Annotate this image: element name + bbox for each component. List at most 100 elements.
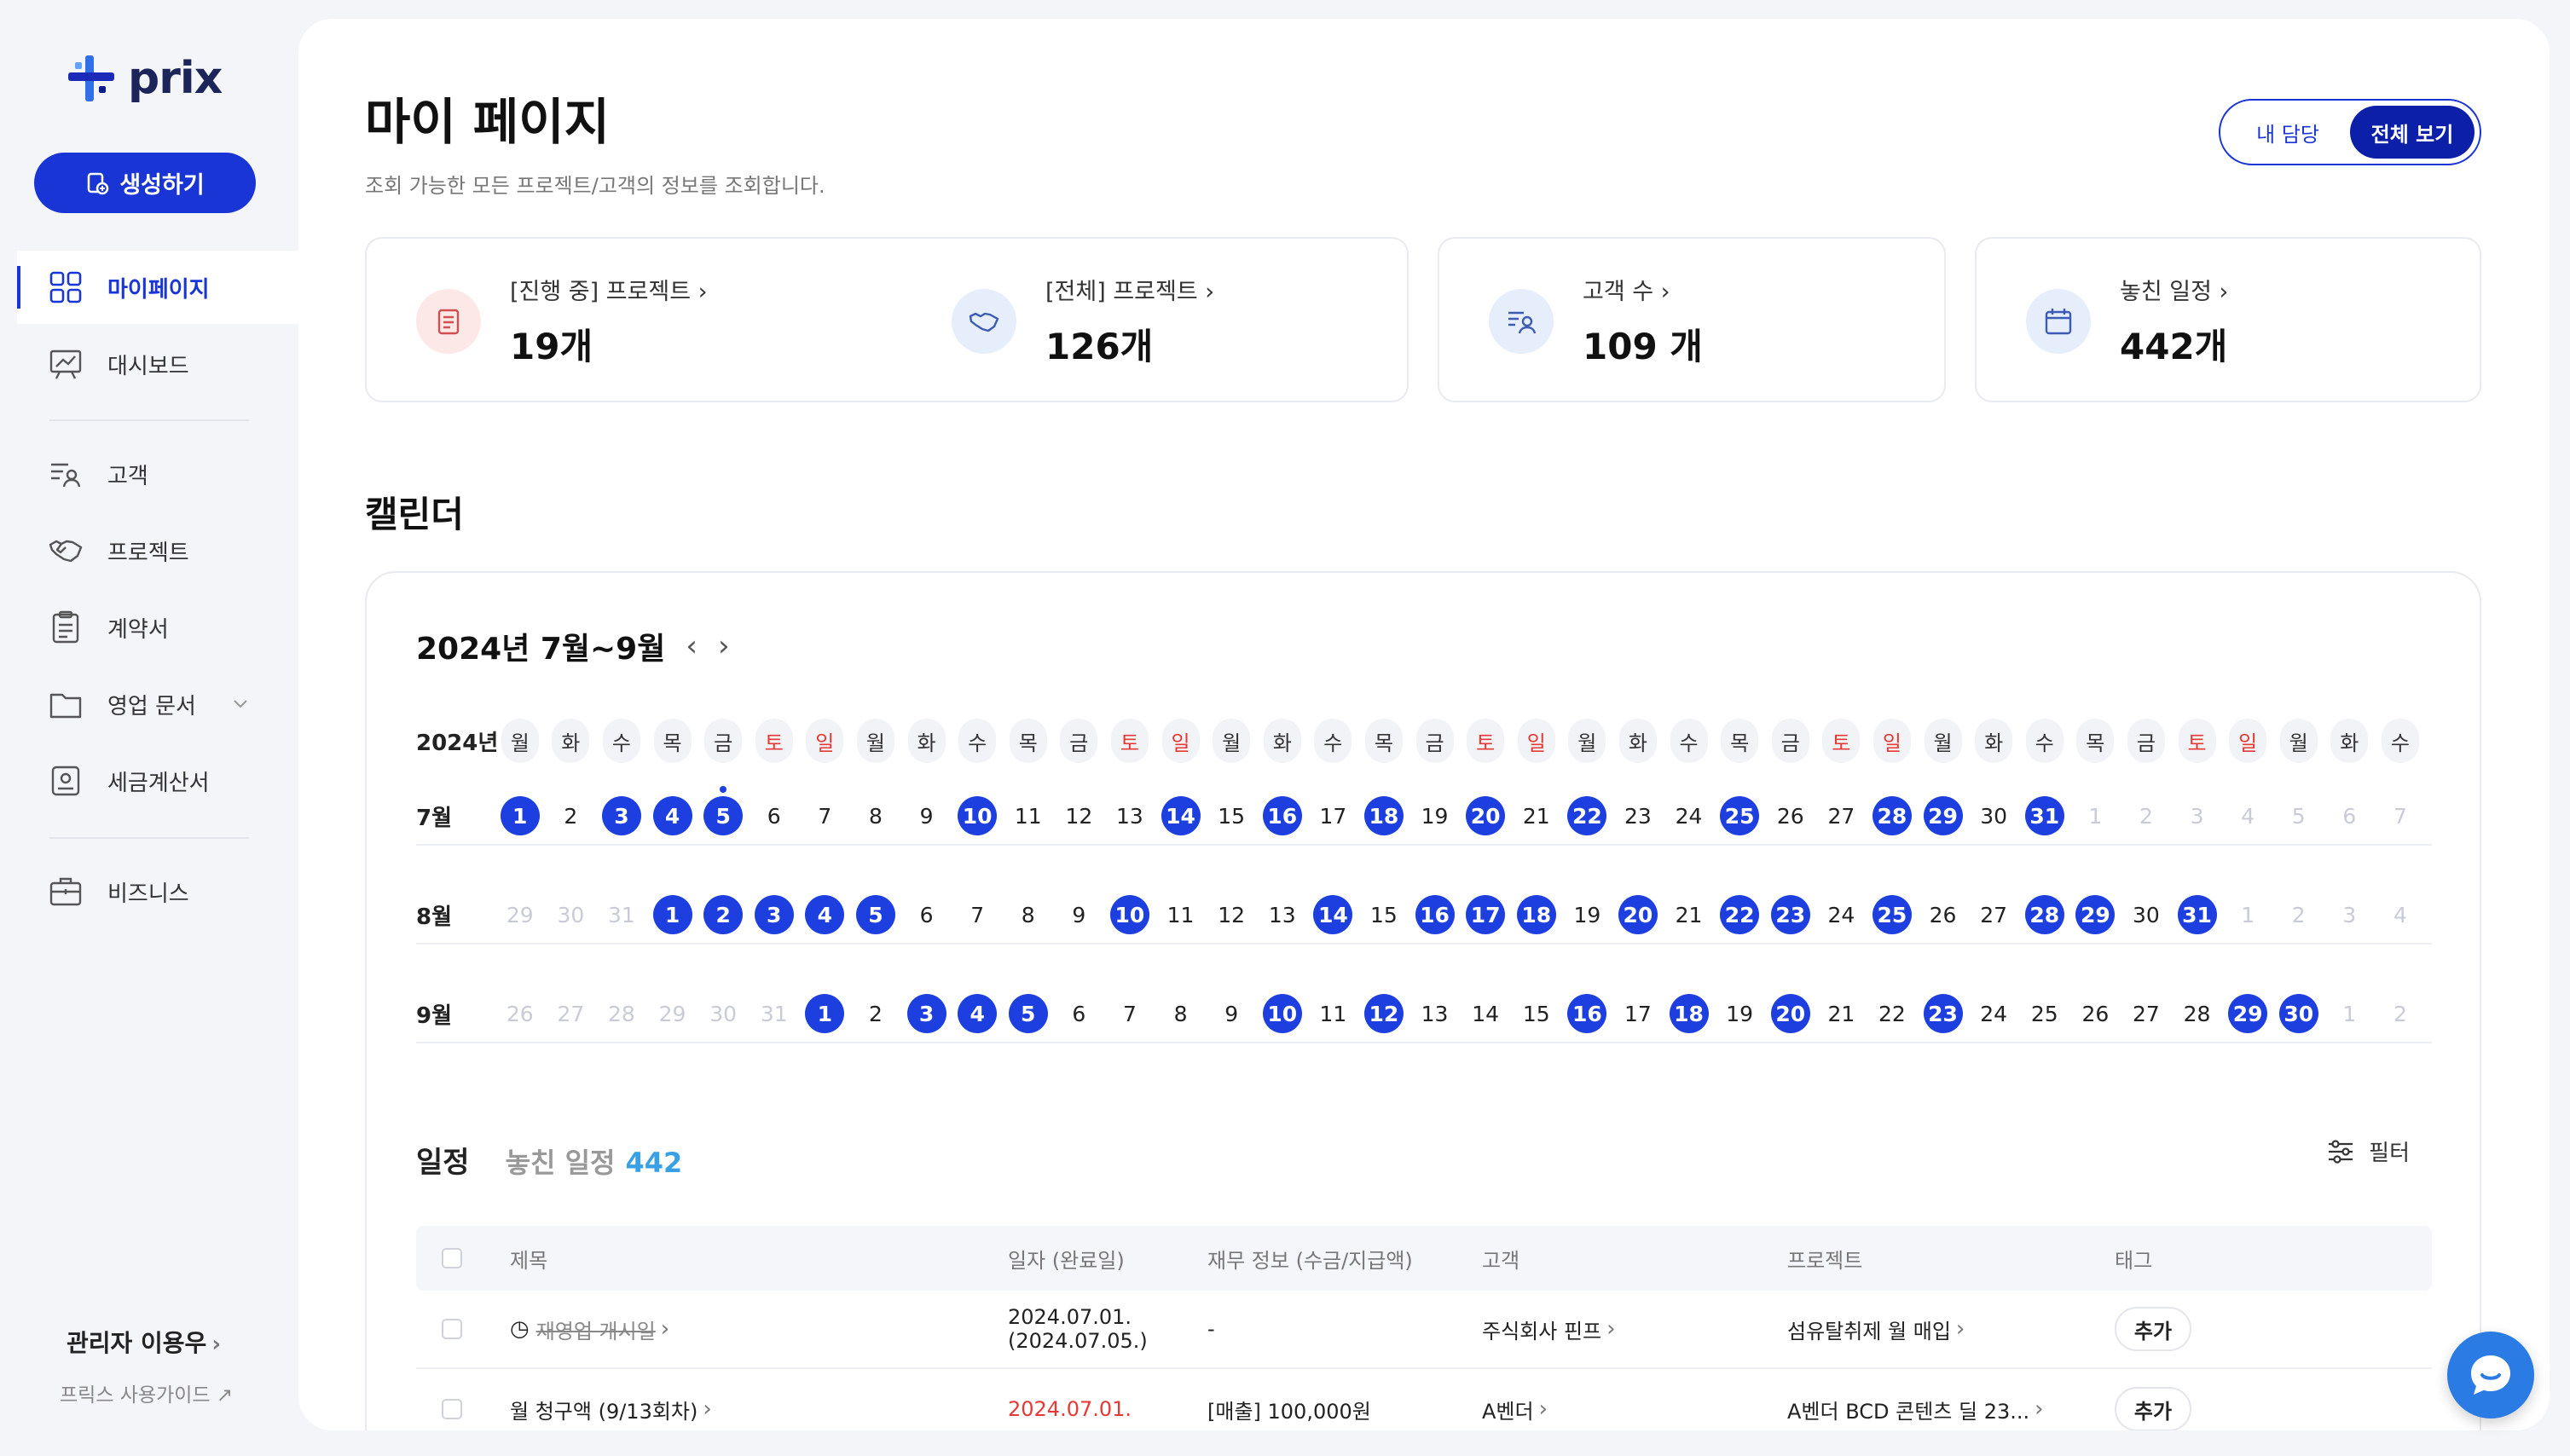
- user-guide-link[interactable]: 프릭스 사용가이드 ↗: [60, 1378, 233, 1407]
- row-customer-link[interactable]: 주식회사 핀프 ›: [1482, 1291, 1616, 1367]
- day-cell[interactable]: 24: [1816, 885, 1867, 945]
- day-cell[interactable]: 11: [1155, 885, 1207, 945]
- day-cell[interactable]: 25: [2019, 984, 2070, 1043]
- day-cell[interactable]: 10: [1104, 885, 1155, 945]
- day-cell[interactable]: 31: [749, 984, 800, 1043]
- day-cell[interactable]: 21: [1664, 885, 1715, 945]
- day-cell[interactable]: 1: [495, 786, 546, 846]
- day-cell[interactable]: 18: [1358, 786, 1409, 846]
- day-cell[interactable]: 18: [1511, 885, 1562, 945]
- day-cell[interactable]: 20: [1612, 885, 1664, 945]
- sidebar-item-tax-invoice[interactable]: 세금계산서: [17, 744, 298, 818]
- day-cell[interactable]: 26: [495, 984, 546, 1043]
- day-cell[interactable]: 15: [1511, 984, 1562, 1043]
- row-checkbox[interactable]: [442, 1399, 462, 1419]
- day-cell[interactable]: 30: [697, 984, 749, 1043]
- day-cell[interactable]: 26: [2070, 984, 2121, 1043]
- filter-button[interactable]: 필터: [2326, 1135, 2410, 1167]
- day-cell[interactable]: 22: [1562, 786, 1613, 846]
- day-cell[interactable]: 1: [647, 885, 698, 945]
- day-cell[interactable]: 4: [800, 885, 851, 945]
- day-cell[interactable]: 27: [2121, 984, 2172, 1043]
- day-cell[interactable]: 29: [495, 885, 546, 945]
- day-cell[interactable]: 1: [2222, 885, 2273, 945]
- day-cell[interactable]: 12: [1358, 984, 1409, 1043]
- day-cell[interactable]: 4: [2375, 885, 2426, 945]
- table-row[interactable]: 월 청구액 (9/13회차) › 2024.07.01. [매출] 100,000…: [416, 1371, 2432, 1430]
- day-cell[interactable]: 13: [1409, 984, 1461, 1043]
- day-cell[interactable]: 19: [1562, 885, 1613, 945]
- day-cell[interactable]: 4: [647, 786, 698, 846]
- day-cell[interactable]: 5: [697, 786, 749, 846]
- day-cell[interactable]: 28: [2172, 984, 2223, 1043]
- stat-all-projects[interactable]: [전체] 프로젝트 › 126개: [952, 239, 1214, 404]
- day-cell[interactable]: 3: [901, 984, 952, 1043]
- day-cell[interactable]: 12: [1054, 786, 1105, 846]
- stat-active-projects[interactable]: [진행 중] 프로젝트 › 19개: [416, 239, 708, 404]
- missed-label[interactable]: 놓친 일정: [506, 1141, 616, 1181]
- day-cell[interactable]: 5: [850, 885, 901, 945]
- sidebar-item-sales-docs[interactable]: 영업 문서: [17, 667, 298, 741]
- day-cell[interactable]: 24: [1968, 984, 2019, 1043]
- day-cell[interactable]: 25: [1714, 786, 1765, 846]
- day-cell[interactable]: 23: [1612, 786, 1664, 846]
- day-cell[interactable]: 8: [1003, 885, 1054, 945]
- row-title-cell[interactable]: ◷ 재영업 개시일 ›: [510, 1291, 669, 1367]
- day-cell[interactable]: 1: [2324, 984, 2376, 1043]
- day-cell[interactable]: 22: [1867, 984, 1918, 1043]
- day-cell[interactable]: 6: [901, 885, 952, 945]
- col-date[interactable]: 일자 (완료일): [1008, 1226, 1125, 1291]
- day-cell[interactable]: 21: [1816, 984, 1867, 1043]
- select-all-checkbox[interactable]: [442, 1248, 462, 1268]
- day-cell[interactable]: 24: [1664, 786, 1715, 846]
- day-cell[interactable]: 27: [1816, 786, 1867, 846]
- col-title[interactable]: 제목: [510, 1226, 547, 1291]
- chevron-down-icon[interactable]: [230, 693, 251, 714]
- day-cell[interactable]: 17: [1308, 786, 1359, 846]
- day-cell[interactable]: 27: [546, 984, 597, 1043]
- day-cell[interactable]: 29: [1918, 786, 1969, 846]
- day-cell[interactable]: 30: [2121, 885, 2172, 945]
- day-cell[interactable]: 14: [1155, 786, 1207, 846]
- day-cell[interactable]: 19: [1409, 786, 1461, 846]
- sidebar-item-business[interactable]: 비즈니스: [17, 855, 298, 928]
- day-cell[interactable]: 9: [1054, 885, 1105, 945]
- day-cell[interactable]: 9: [901, 786, 952, 846]
- day-cell[interactable]: 31: [2172, 885, 2223, 945]
- day-cell[interactable]: 4: [2222, 786, 2273, 846]
- day-cell[interactable]: 3: [2172, 786, 2223, 846]
- day-cell[interactable]: 17: [1612, 984, 1664, 1043]
- day-cell[interactable]: 23: [1765, 885, 1816, 945]
- day-cell[interactable]: 19: [1714, 984, 1765, 1043]
- day-cell[interactable]: 16: [1562, 984, 1613, 1043]
- col-project[interactable]: 프로젝트: [1787, 1226, 1862, 1291]
- toggle-all[interactable]: 전체 보기: [2350, 106, 2474, 159]
- day-cell[interactable]: 6: [2324, 786, 2376, 846]
- chat-support-button[interactable]: [2447, 1332, 2534, 1418]
- day-cell[interactable]: 1: [800, 984, 851, 1043]
- day-cell[interactable]: 18: [1664, 984, 1715, 1043]
- col-finance[interactable]: 재무 정보 (수금/지급액): [1207, 1226, 1413, 1291]
- create-button[interactable]: 생성하기: [34, 153, 256, 213]
- row-checkbox[interactable]: [442, 1319, 462, 1339]
- customer-stats-card[interactable]: 고객 수 › 109 개: [1438, 237, 1946, 402]
- day-cell[interactable]: 2: [546, 786, 597, 846]
- add-tag-button[interactable]: 추가: [2115, 1307, 2191, 1351]
- day-cell[interactable]: 30: [2273, 984, 2324, 1043]
- day-cell[interactable]: 7: [1104, 984, 1155, 1043]
- day-cell[interactable]: 3: [749, 885, 800, 945]
- day-cell[interactable]: 12: [1206, 885, 1257, 945]
- day-cell[interactable]: 31: [596, 885, 647, 945]
- day-cell[interactable]: 16: [1257, 786, 1308, 846]
- day-cell[interactable]: 7: [2375, 786, 2426, 846]
- col-tag[interactable]: 태그: [2115, 1226, 2152, 1291]
- day-cell[interactable]: 29: [2222, 984, 2273, 1043]
- day-cell[interactable]: 7: [952, 885, 1003, 945]
- day-cell[interactable]: 5: [1003, 984, 1054, 1043]
- day-cell[interactable]: 23: [1918, 984, 1969, 1043]
- add-tag-button[interactable]: 추가: [2115, 1387, 2191, 1430]
- day-cell[interactable]: 28: [1867, 786, 1918, 846]
- day-cell[interactable]: 13: [1104, 786, 1155, 846]
- day-cell[interactable]: 30: [546, 885, 597, 945]
- day-cell[interactable]: 31: [2019, 786, 2070, 846]
